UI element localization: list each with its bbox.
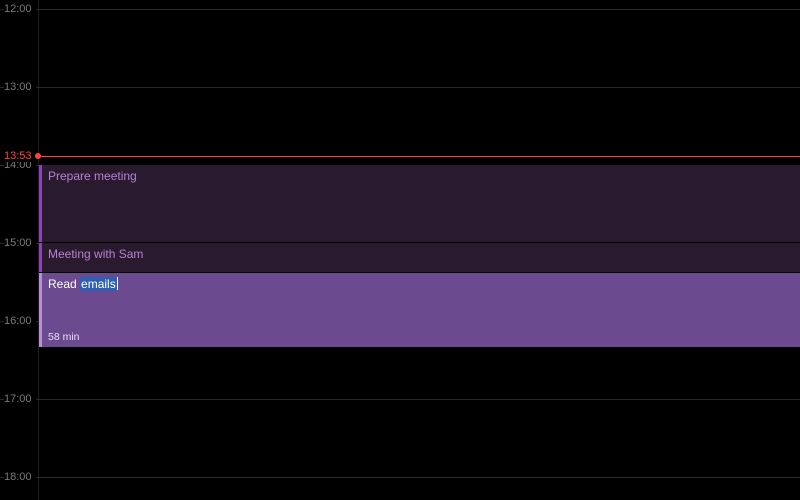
- text-caret-icon: [117, 277, 118, 290]
- event-title-text-selection: emails: [80, 277, 117, 291]
- event-title-text: Read: [48, 277, 80, 291]
- hour-label: 18:00: [4, 471, 36, 483]
- hour-label: 15:00: [4, 237, 36, 249]
- current-time-label: 13:53: [4, 150, 35, 162]
- event-title[interactable]: Read emails: [48, 277, 792, 291]
- hour-gridline: 18:00: [0, 477, 800, 500]
- hour-gridline: 13:00: [0, 87, 800, 165]
- event-title: Meeting with Sam: [48, 247, 792, 261]
- current-time-indicator: [38, 156, 800, 157]
- hour-label: 17:00: [4, 393, 36, 405]
- hour-gridline: 12:00: [0, 9, 800, 87]
- calendar-event-selected[interactable]: Read emails 58 min: [39, 273, 800, 348]
- calendar-event[interactable]: Prepare meeting: [39, 165, 800, 242]
- event-title: Prepare meeting: [48, 169, 792, 183]
- hour-label: 13:00: [4, 81, 36, 93]
- hour-label: 16:00: [4, 315, 36, 327]
- hour-gridline: 17:00: [0, 399, 800, 477]
- hour-label: 12:00: [4, 3, 36, 15]
- calendar-event[interactable]: Meeting with Sam: [39, 243, 800, 272]
- day-timeline[interactable]: 12:0013:0014:0015:0016:0017:0018:00 13:5…: [0, 0, 800, 500]
- event-duration-label: 58 min: [48, 331, 80, 343]
